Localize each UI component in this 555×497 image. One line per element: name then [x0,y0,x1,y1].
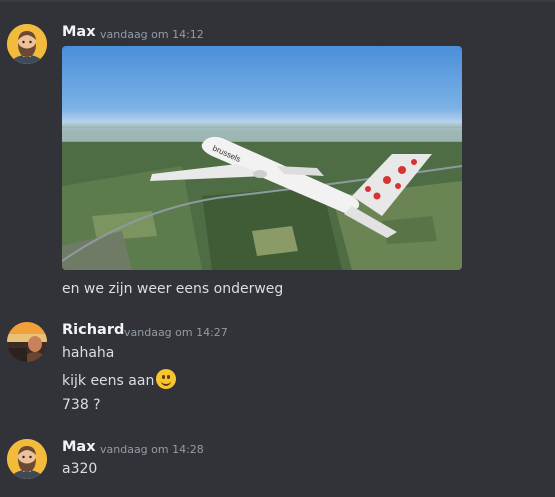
message-text: 738 ? [62,397,101,413]
username[interactable]: Richard [62,322,124,338]
sunset-photo-avatar-icon [7,322,47,362]
timestamp: vandaag om 14:12 [100,28,204,41]
avatar[interactable] [7,24,47,64]
message-text: hahaha [62,345,115,361]
message-text: en we zijn weer eens onderweg [62,281,284,297]
username[interactable]: Max [62,24,96,40]
message-text-content: kijk eens aan [62,373,155,389]
message-group: Richard vandaag om 14:27 hahaha kijk een… [0,318,555,428]
message-text: kijk eens aan [62,369,177,389]
message-group: Max vandaag om 14:28 a320 [0,435,555,495]
avatar[interactable] [7,322,47,362]
slightly-smiling-face-icon [156,369,177,389]
username[interactable]: Max [62,439,96,455]
message-text: a320 [62,461,98,477]
bearded-man-avatar-icon [7,24,47,64]
image-attachment[interactable]: brussels [62,46,462,270]
timestamp: vandaag om 14:28 [100,443,204,456]
message-group: Max vandaag om 14:12 brussels en we zijn… [0,0,555,305]
timestamp: vandaag om 14:27 [124,326,228,339]
airplane-over-landscape-photo-icon: brussels [62,128,462,270]
bearded-man-avatar-icon [7,439,47,479]
avatar[interactable] [7,439,47,479]
